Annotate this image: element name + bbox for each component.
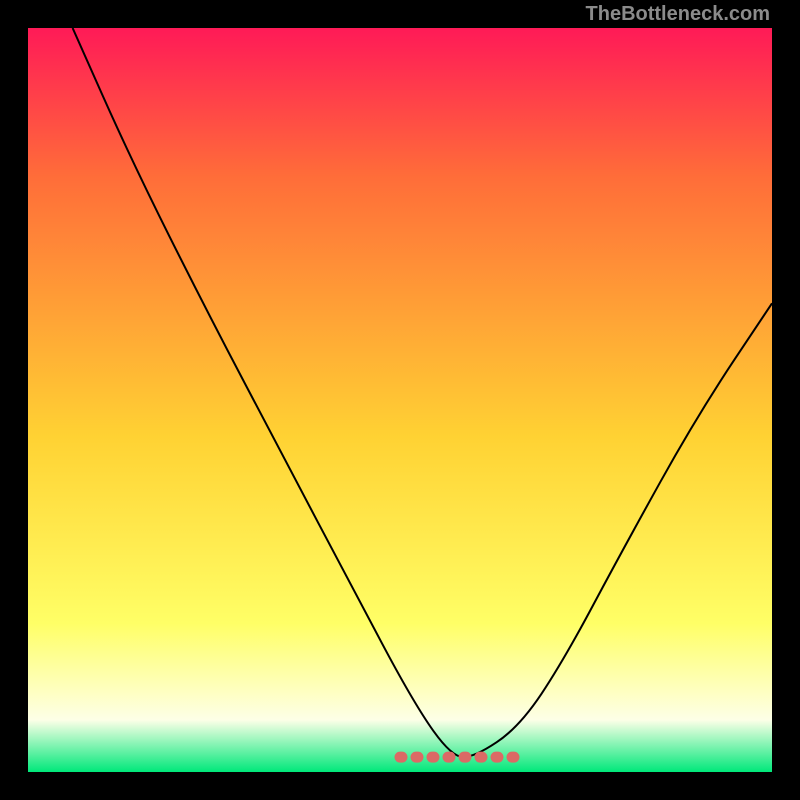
plot-background bbox=[28, 28, 772, 772]
chart-stage: TheBottleneck.com bbox=[0, 0, 800, 800]
credit-watermark: TheBottleneck.com bbox=[586, 3, 770, 26]
frame-border-right bbox=[772, 0, 800, 800]
frame-border-bottom bbox=[0, 772, 800, 800]
frame-border-left bbox=[0, 0, 28, 800]
plot-svg bbox=[28, 28, 772, 772]
